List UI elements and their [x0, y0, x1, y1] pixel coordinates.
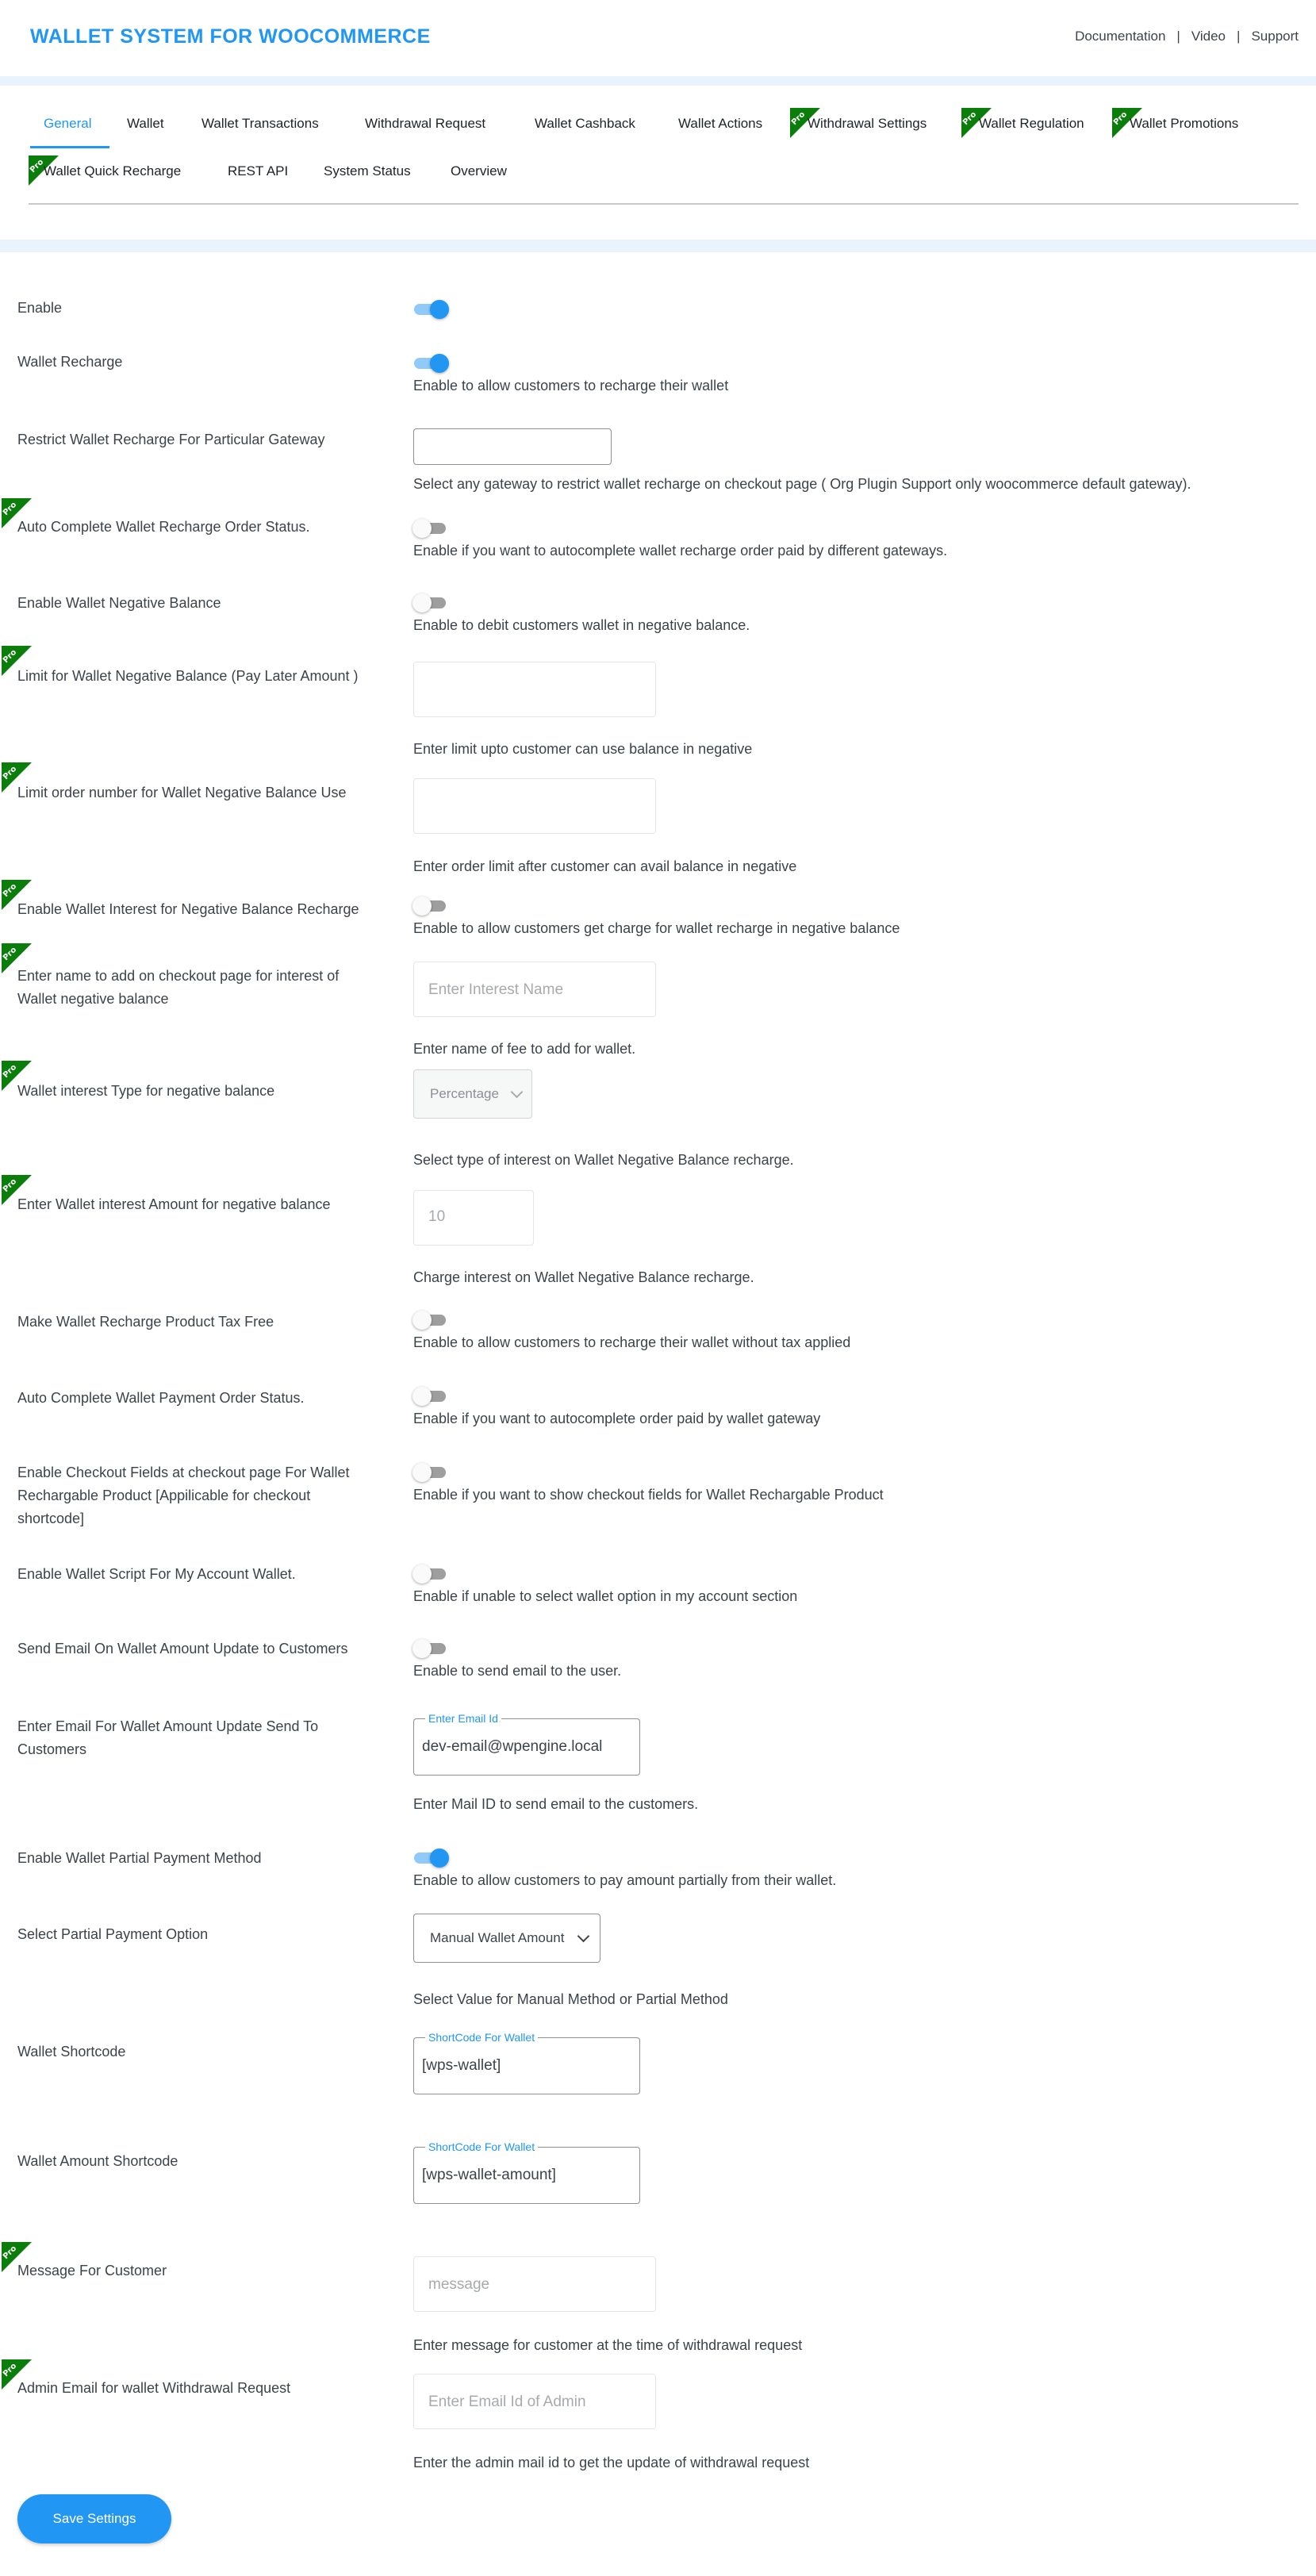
tab-navigation: General Wallet Wallet Transactions Withd…: [0, 86, 1316, 240]
header-separator: [0, 76, 1316, 86]
customer-message-description: Enter message for customer at the time o…: [413, 2337, 803, 2353]
tab-wallet-transactions[interactable]: Wallet Transactions: [201, 116, 319, 132]
restrict-gateway-select[interactable]: [413, 428, 612, 465]
tab-wallet-promotions[interactable]: Wallet Promotions: [1130, 116, 1238, 132]
chevron-down-icon: [510, 1085, 524, 1099]
tab-overview[interactable]: Overview: [451, 163, 507, 179]
tab-wallet-regulation[interactable]: Wallet Regulation: [979, 116, 1084, 132]
interest-name-description: Enter name of fee to add for wallet.: [413, 1041, 636, 1057]
tab-withdrawal-request[interactable]: Withdrawal Request: [365, 116, 485, 132]
plugin-title: WALLET SYSTEM FOR WOOCOMMERCE: [30, 25, 431, 48]
interest-name-label: Enter name to add on checkout page for i…: [17, 968, 340, 1007]
amount-shortcode-field[interactable]: ShortCode For Wallet [wps-wallet-amount]: [413, 2140, 640, 2204]
wallet-script-description: Enable if unable to select wallet option…: [413, 1588, 798, 1604]
wallet-script-label: Enable Wallet Script For My Account Wall…: [17, 1566, 296, 1582]
tab-wallet-actions[interactable]: Wallet Actions: [678, 116, 762, 132]
checkout-fields-toggle[interactable]: [412, 1463, 449, 1482]
tax-free-toggle[interactable]: [412, 1311, 449, 1330]
email-field-description: Enter Mail ID to send email to the custo…: [413, 1796, 699, 1812]
order-limit-description: Enter order limit after customer can ava…: [413, 858, 797, 874]
chevron-down-icon: [577, 1929, 590, 1943]
partial-option-description: Select Value for Manual Method or Partia…: [413, 1991, 728, 2007]
interest-type-description: Select type of interest on Wallet Negati…: [413, 1152, 794, 1168]
negative-balance-label: Enable Wallet Negative Balance: [17, 595, 221, 611]
email-field[interactable]: Enter Email Id dev-email@wpengine.local: [413, 1712, 640, 1776]
order-limit-label: Limit order number for Wallet Negative B…: [17, 785, 347, 800]
customer-message-label: Message For Customer: [17, 2263, 167, 2278]
tab-wallet-quick-recharge[interactable]: Wallet Quick Recharge: [44, 163, 181, 179]
interest-enable-label: Enable Wallet Interest for Negative Bala…: [17, 901, 359, 917]
wallet-recharge-toggle[interactable]: [414, 354, 449, 373]
partial-option-label: Select Partial Payment Option: [17, 1926, 209, 1942]
tab-general[interactable]: General: [44, 116, 91, 132]
wallet-shortcode-field[interactable]: ShortCode For Wallet [wps-wallet]: [413, 2031, 640, 2094]
email-field-label: Enter Email For Wallet Amount Update Sen…: [17, 1718, 319, 1757]
video-link[interactable]: Video: [1191, 29, 1226, 44]
interest-amount-description: Charge interest on Wallet Negative Balan…: [413, 1269, 754, 1285]
tab-withdrawal-settings[interactable]: Withdrawal Settings: [808, 116, 927, 132]
section-separator: [0, 240, 1316, 252]
partial-payment-description: Enable to allow customers to pay amount …: [413, 1872, 837, 1888]
tab-system-status[interactable]: System Status: [324, 163, 411, 179]
page-header: WALLET SYSTEM FOR WOOCOMMERCE Documentat…: [0, 0, 1316, 76]
auto-complete-payment-label: Auto Complete Wallet Payment Order Statu…: [17, 1390, 305, 1406]
negative-limit-description: Enter limit upto customer can use balanc…: [413, 741, 753, 757]
auto-complete-payment-toggle[interactable]: [412, 1387, 449, 1406]
partial-option-select[interactable]: Manual Wallet Amount: [413, 1914, 600, 1963]
header-links: Documentation | Video | Support: [1075, 29, 1299, 44]
auto-complete-recharge-label: Auto Complete Wallet Recharge Order Stat…: [17, 519, 310, 535]
admin-email-label: Admin Email for wallet Withdrawal Reques…: [17, 2380, 291, 2396]
admin-email-input[interactable]: Enter Email Id of Admin: [413, 2374, 656, 2429]
send-email-description: Enable to send email to the user.: [413, 1663, 622, 1679]
active-tab-indicator: [30, 146, 109, 148]
send-email-label: Send Email On Wallet Amount Update to Cu…: [17, 1641, 348, 1657]
auto-complete-payment-description: Enable if you want to autocomplete order…: [413, 1411, 821, 1426]
auto-complete-recharge-description: Enable if you want to autocomplete walle…: [413, 543, 948, 559]
checkout-fields-label: Enable Checkout Fields at checkout page …: [17, 1465, 350, 1526]
tab-divider: [29, 203, 1299, 205]
tab-rest-api[interactable]: REST API: [228, 163, 288, 179]
tax-free-description: Enable to allow customers to recharge th…: [413, 1334, 851, 1350]
partial-payment-toggle[interactable]: [414, 1849, 449, 1868]
admin-email-description: Enter the admin mail id to get the updat…: [413, 2455, 810, 2470]
interest-type-label: Wallet interest Type for negative balanc…: [17, 1083, 275, 1099]
order-limit-input[interactable]: [413, 778, 656, 834]
documentation-link[interactable]: Documentation: [1075, 29, 1165, 44]
tab-wallet-cashback[interactable]: Wallet Cashback: [535, 116, 635, 132]
negative-balance-toggle[interactable]: [412, 593, 449, 612]
general-settings-form: Enable Wallet Recharge Enable to allow c…: [0, 252, 1316, 2576]
restrict-gateway-label: Restrict Wallet Recharge For Particular …: [17, 432, 325, 447]
customer-message-input[interactable]: message: [413, 2256, 656, 2312]
interest-enable-description: Enable to allow customers get charge for…: [413, 920, 900, 936]
interest-amount-label: Enter Wallet interest Amount for negativ…: [17, 1196, 331, 1212]
send-email-toggle[interactable]: [412, 1639, 449, 1658]
negative-limit-label: Limit for Wallet Negative Balance (Pay L…: [17, 668, 359, 684]
tab-wallet[interactable]: Wallet: [127, 116, 164, 132]
interest-type-select[interactable]: Percentage: [413, 1069, 532, 1119]
enable-label: Enable: [17, 300, 63, 316]
auto-complete-recharge-toggle[interactable]: [412, 519, 449, 538]
interest-enable-toggle[interactable]: [412, 896, 449, 916]
save-settings-button[interactable]: Save Settings: [17, 2494, 171, 2543]
wallet-recharge-description: Enable to allow customers to recharge th…: [413, 378, 729, 394]
interest-name-input[interactable]: Enter Interest Name: [413, 962, 656, 1017]
support-link[interactable]: Support: [1251, 29, 1299, 44]
interest-amount-input[interactable]: 10: [413, 1190, 534, 1246]
partial-payment-label: Enable Wallet Partial Payment Method: [17, 1850, 262, 1866]
wallet-recharge-label: Wallet Recharge: [17, 354, 123, 370]
wallet-shortcode-label: Wallet Shortcode: [17, 2044, 126, 2060]
negative-limit-input[interactable]: [413, 662, 656, 717]
amount-shortcode-label: Wallet Amount Shortcode: [17, 2153, 178, 2169]
tax-free-label: Make Wallet Recharge Product Tax Free: [17, 1314, 274, 1330]
checkout-fields-description: Enable if you want to show checkout fiel…: [413, 1487, 884, 1503]
enable-toggle[interactable]: [414, 300, 449, 319]
restrict-gateway-description: Select any gateway to restrict wallet re…: [413, 476, 1191, 492]
wallet-script-toggle[interactable]: [412, 1564, 449, 1584]
negative-balance-description: Enable to debit customers wallet in nega…: [413, 617, 750, 633]
